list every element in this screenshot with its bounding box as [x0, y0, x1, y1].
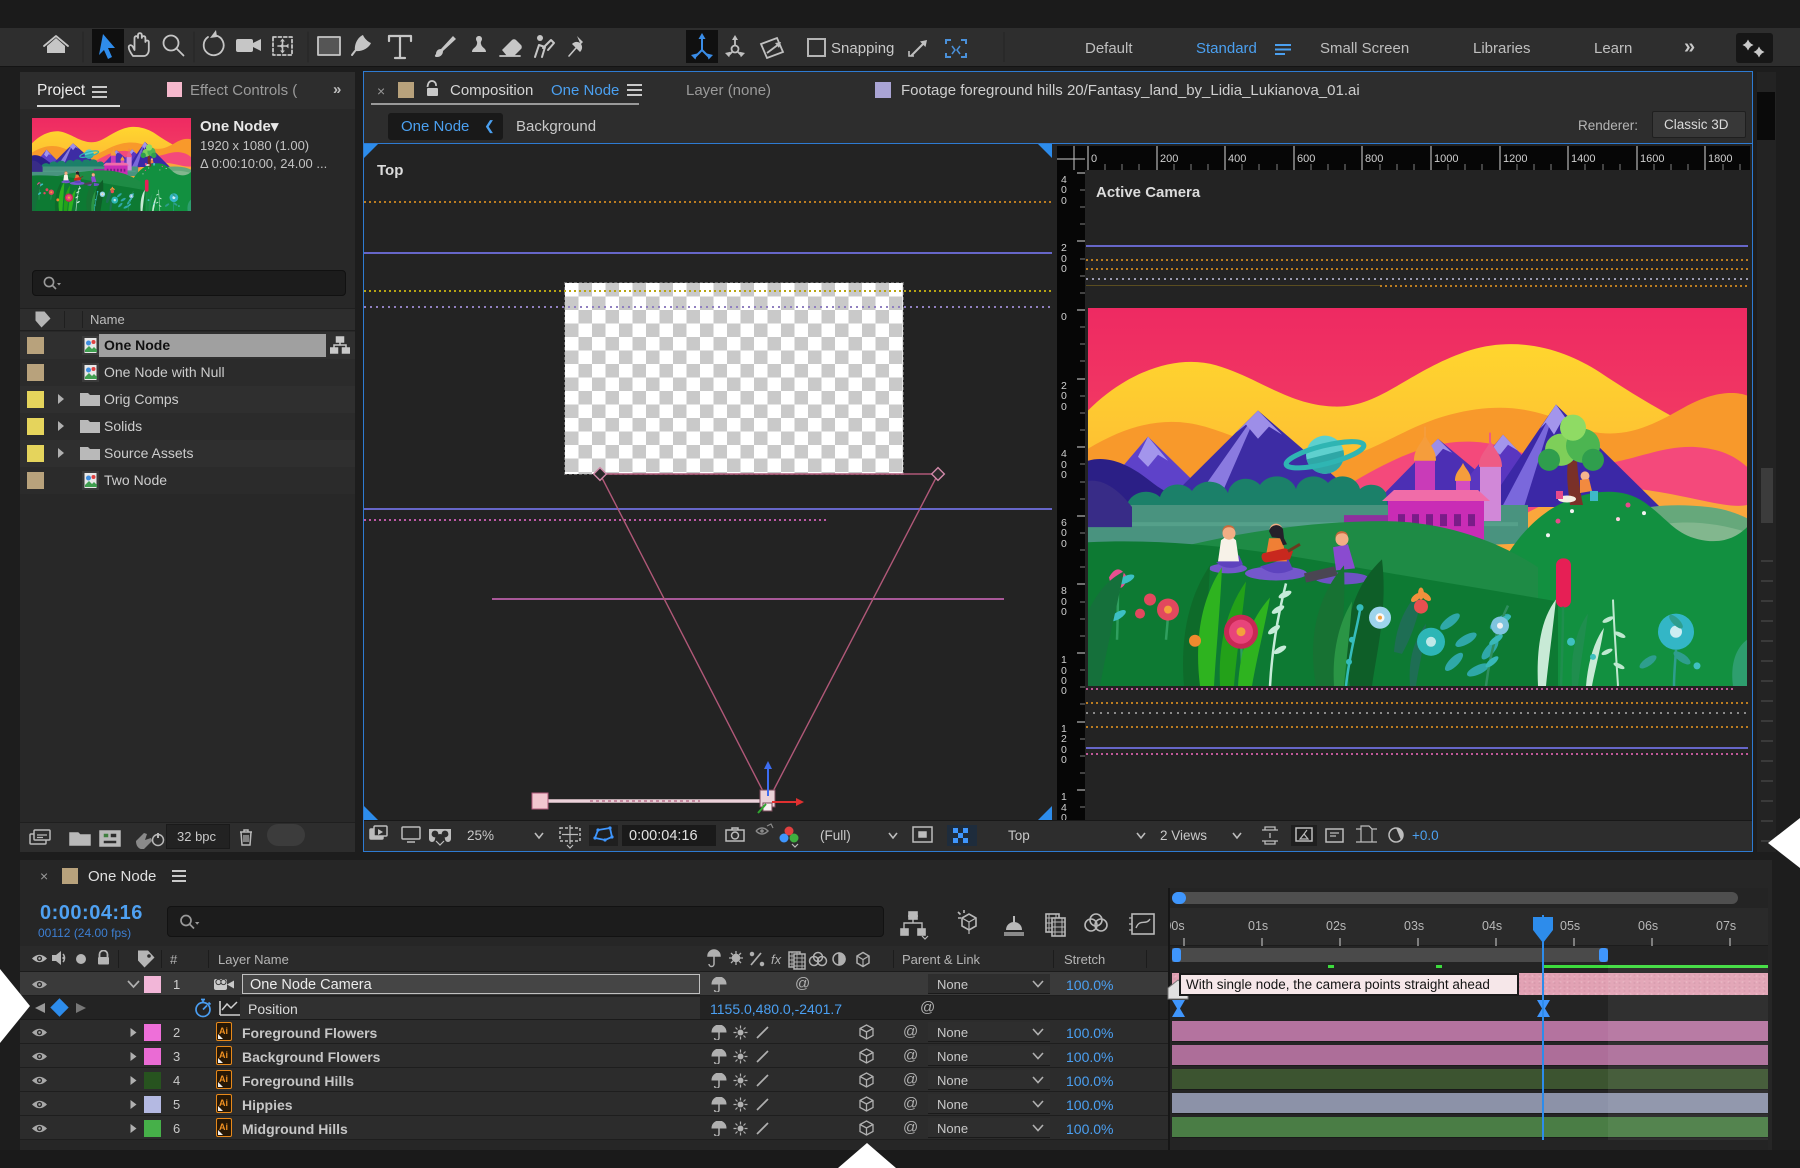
- svg-text:Snapping: Snapping: [831, 40, 894, 57]
- svg-text:06s: 06s: [1638, 919, 1658, 933]
- svg-text:0: 0: [1091, 153, 1097, 165]
- svg-text:02s: 02s: [1326, 919, 1346, 933]
- svg-text:04s: 04s: [1482, 919, 1502, 933]
- svg-text:0:00s: 0:00s: [1170, 919, 1185, 933]
- svg-text:1800: 1800: [1708, 153, 1732, 165]
- svg-text:Top: Top: [1008, 828, 1030, 843]
- svg-text:05s: 05s: [1560, 919, 1580, 933]
- svg-text:0: 0: [1061, 311, 1067, 323]
- svg-text:400: 400: [1228, 153, 1246, 165]
- svg-text:0: 0: [1061, 469, 1067, 481]
- svg-text:07s: 07s: [1716, 919, 1736, 933]
- svg-text:0: 0: [1061, 812, 1067, 820]
- svg-text:1000: 1000: [1434, 153, 1458, 165]
- svg-text:1200: 1200: [1503, 153, 1527, 165]
- svg-text:(Full): (Full): [820, 828, 851, 843]
- svg-text:+0.0: +0.0: [1412, 828, 1439, 843]
- svg-text:fx: fx: [771, 952, 782, 967]
- svg-text:0: 0: [1061, 401, 1067, 413]
- svg-text:600: 600: [1297, 153, 1315, 165]
- svg-text:0: 0: [1061, 754, 1067, 766]
- svg-text:800: 800: [1365, 153, 1383, 165]
- svg-text:200: 200: [1160, 153, 1178, 165]
- svg-text:0: 0: [1061, 195, 1067, 207]
- svg-text:0: 0: [1061, 263, 1067, 275]
- svg-text:01s: 01s: [1248, 919, 1268, 933]
- svg-text:25%: 25%: [467, 828, 494, 843]
- svg-text:0: 0: [1061, 685, 1067, 697]
- svg-text:0:00:04:16: 0:00:04:16: [629, 828, 698, 844]
- svg-text:0: 0: [1061, 606, 1067, 618]
- svg-text:0: 0: [1061, 538, 1067, 550]
- svg-text:1400: 1400: [1571, 153, 1595, 165]
- svg-text:03s: 03s: [1404, 919, 1424, 933]
- svg-text:2 Views: 2 Views: [1160, 828, 1207, 843]
- svg-text:1600: 1600: [1640, 153, 1664, 165]
